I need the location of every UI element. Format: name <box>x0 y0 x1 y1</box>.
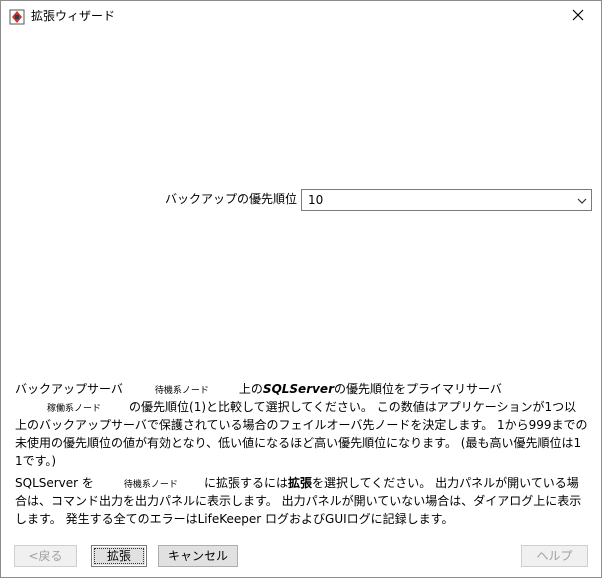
close-button[interactable] <box>555 1 601 31</box>
desc-text: を選択してください。 出力パネルが開いている場 <box>311 476 579 490</box>
extend-keyword: 拡張 <box>287 476 312 490</box>
priority-value: 10 <box>308 193 324 207</box>
window-title: 拡張ウィザード <box>31 9 116 23</box>
title-bar: 拡張ウィザード <box>1 1 601 31</box>
desc-text: SQLServer を <box>15 476 94 490</box>
close-icon <box>572 9 584 24</box>
standby-node-placeholder: 待機系ノード <box>123 480 178 490</box>
extend-button[interactable]: 拡張 <box>91 545 147 567</box>
back-button[interactable]: <戻る <box>14 545 77 567</box>
priority-description: バックアップサーバ 待機系ノード 上のSQLServerの優先順位をプライマリサーバ… <box>15 380 588 470</box>
priority-select[interactable]: 10 <box>301 189 592 211</box>
desc-text: 上のバックアップサーバで保護されている場合のフェイルオーバ先ノードを決定します。… <box>15 418 588 432</box>
priority-label: バックアップの優先順位 <box>164 192 297 206</box>
desc-text: バックアップサーバ <box>15 382 123 396</box>
priority-row: バックアップの優先順位 10 <box>1 187 601 211</box>
extend-wizard-window: 拡張ウィザード バックアップの優先順位 10 バックアップサーバ 待機系ノード 上の… <box>0 0 602 578</box>
chevron-down-icon <box>577 195 587 205</box>
standby-node-placeholder: 待機系ノード <box>154 386 209 396</box>
desc-text: 未使用の優先順位の値が有効となり、低い値になるほど高い優先順位になります。 (最… <box>15 436 582 450</box>
desc-text: 上の <box>238 382 263 396</box>
help-button[interactable]: ヘルプ <box>521 545 588 567</box>
cancel-button[interactable]: キャンセル <box>158 545 238 567</box>
app-icon <box>9 9 25 25</box>
desc-text: します。 発生する全てのエラーはLifeKeeper ログおよびGUIログに記録… <box>15 512 454 526</box>
product-name: SQLServer <box>262 382 334 396</box>
desc-text: に拡張するには <box>203 476 288 490</box>
extend-description: SQLServer を 待機系ノード に拡張するには拡張を選択してください。 出力パ… <box>15 474 581 528</box>
desc-text: 合は、コマンド出力を出力パネルに表示します。 出力パネルが開いていない場合は、ダ… <box>15 494 582 508</box>
active-node-placeholder: 稼働系ノード <box>47 404 102 414</box>
desc-text: の優先順位をプライマリサーバ <box>334 382 502 396</box>
desc-text: の優先順位(1)と比較して選択してください。 この数値はアプリケーションが1つ以 <box>129 400 577 414</box>
desc-text: 1です。) <box>15 454 57 468</box>
